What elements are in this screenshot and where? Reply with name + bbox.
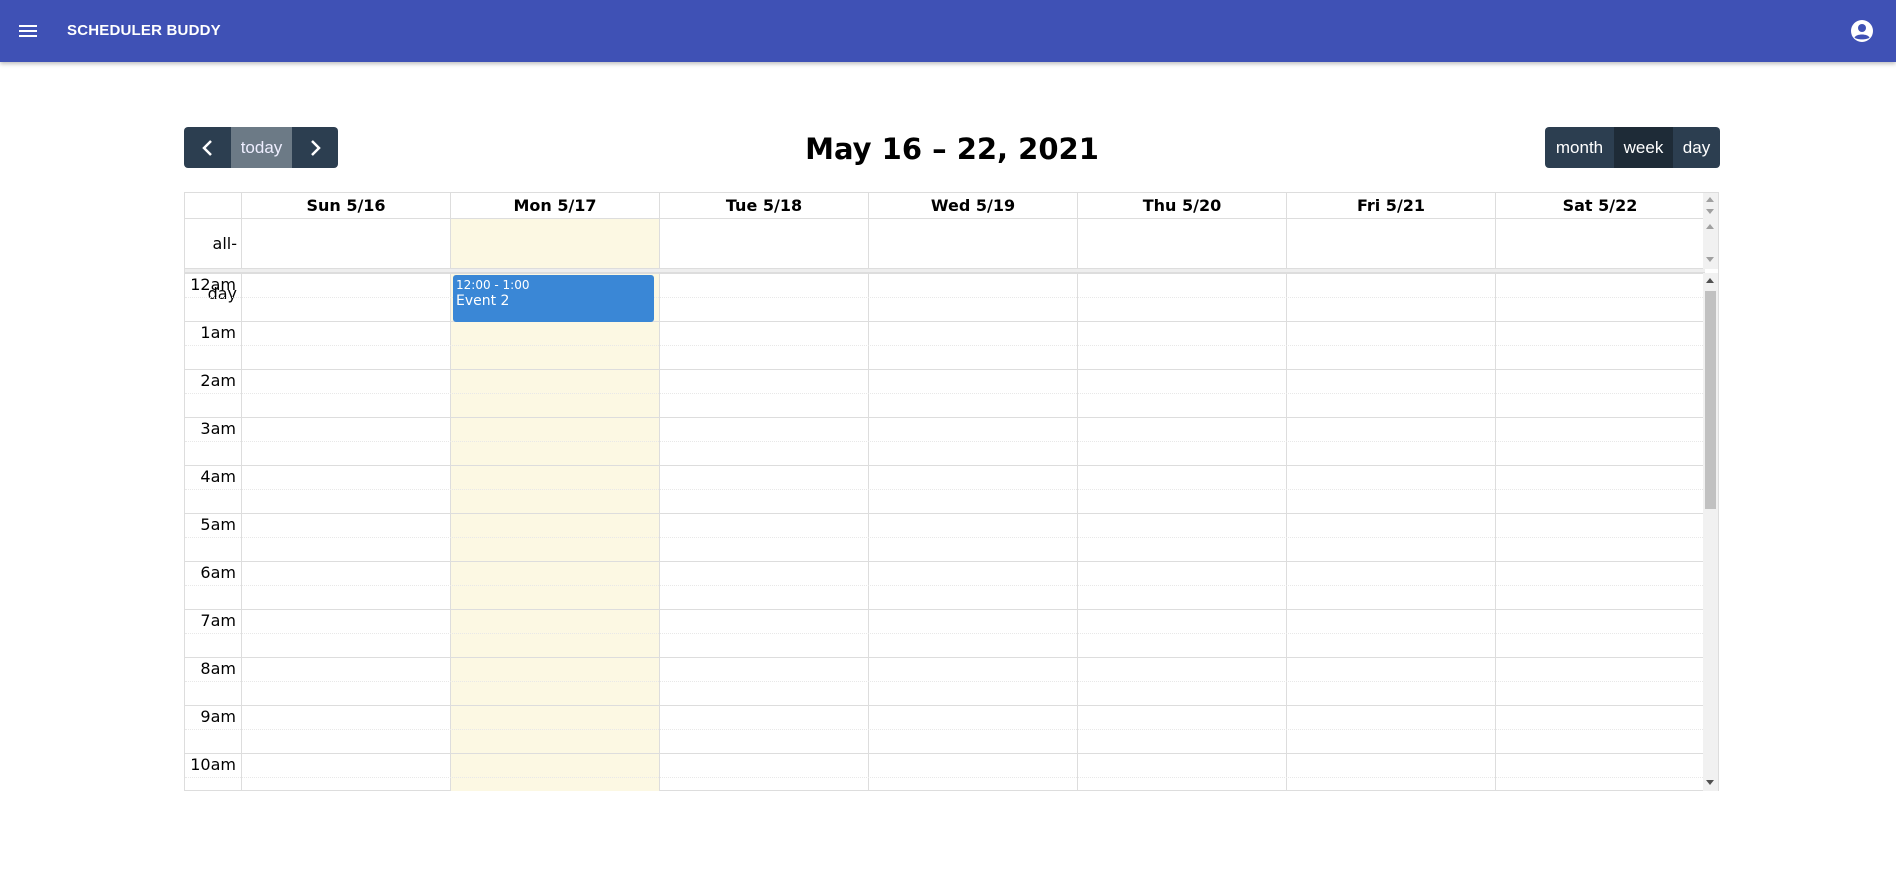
time-grid: 12am 1am 2am 3am 4am 5am 6am 7am 8am 9am 10am 12:0… bbox=[185, 273, 1705, 791]
account-circle-icon bbox=[1851, 20, 1873, 42]
half-hour-slot bbox=[185, 345, 1705, 369]
menu-button[interactable] bbox=[12, 15, 44, 47]
time-label: 12am bbox=[185, 274, 242, 297]
time-label: 6am bbox=[185, 562, 242, 585]
half-hour-slot bbox=[185, 297, 1705, 321]
time-label bbox=[185, 586, 242, 609]
half-hour-slot bbox=[185, 441, 1705, 465]
event-title: Event 2 bbox=[456, 293, 510, 309]
calendar-title: May 16 – 22, 2021 bbox=[805, 132, 1099, 166]
time-label: 7am bbox=[185, 610, 242, 633]
all-day-scrollbar[interactable] bbox=[1703, 219, 1718, 269]
scrollbar-thumb[interactable] bbox=[1705, 291, 1716, 509]
all-day-cell[interactable] bbox=[1496, 219, 1704, 268]
all-day-cell[interactable] bbox=[242, 219, 451, 268]
half-hour-slot bbox=[185, 489, 1705, 513]
day-header: Sun 5/16 bbox=[242, 193, 451, 218]
time-label bbox=[185, 298, 242, 321]
half-hour-slot bbox=[185, 393, 1705, 417]
header-scrollbar[interactable] bbox=[1703, 193, 1718, 219]
day-header: Mon 5/17 bbox=[451, 193, 660, 218]
half-hour-slot bbox=[185, 777, 1705, 791]
scroll-down-arrow-icon[interactable] bbox=[1706, 257, 1714, 262]
half-hour-slot bbox=[185, 681, 1705, 705]
all-day-cell-today[interactable] bbox=[451, 219, 660, 268]
half-hour-slot bbox=[185, 633, 1705, 657]
day-header-row: Sun 5/16 Mon 5/17 Tue 5/18 Wed 5/19 Thu … bbox=[185, 193, 1705, 219]
hour-slot: 5am bbox=[185, 513, 1705, 537]
all-day-cell[interactable] bbox=[869, 219, 1078, 268]
app-bar: SCHEDULER BUDDY bbox=[0, 0, 1896, 62]
time-label: 3am bbox=[185, 418, 242, 441]
event-time: 12:00 - 1:00 bbox=[456, 278, 530, 292]
hour-slot: 3am bbox=[185, 417, 1705, 441]
all-day-row: all-day bbox=[185, 219, 1705, 303]
calendar-event[interactable]: 12:00 - 1:00 Event 2 bbox=[453, 275, 654, 322]
time-label: 1am bbox=[185, 322, 242, 345]
view-month-button[interactable]: month bbox=[1545, 127, 1614, 168]
day-header: Wed 5/19 bbox=[869, 193, 1078, 218]
time-label: 9am bbox=[185, 706, 242, 729]
week-calendar: Sun 5/16 Mon 5/17 Tue 5/18 Wed 5/19 Thu … bbox=[184, 192, 1719, 791]
hour-slot: 9am bbox=[185, 705, 1705, 729]
time-label: 5am bbox=[185, 514, 242, 537]
view-day-button[interactable]: day bbox=[1673, 127, 1720, 168]
time-label bbox=[185, 442, 242, 465]
scroll-up-arrow-icon[interactable] bbox=[1706, 278, 1714, 283]
time-label bbox=[185, 394, 242, 417]
time-label bbox=[185, 346, 242, 369]
time-label bbox=[185, 490, 242, 513]
day-header: Thu 5/20 bbox=[1078, 193, 1287, 218]
time-label bbox=[185, 682, 242, 705]
time-label: 2am bbox=[185, 370, 242, 393]
scroll-down-arrow-icon[interactable] bbox=[1706, 209, 1714, 214]
scroll-down-arrow-icon[interactable] bbox=[1706, 780, 1714, 785]
account-button[interactable] bbox=[1848, 17, 1876, 45]
half-hour-slot bbox=[185, 585, 1705, 609]
view-week-button[interactable]: week bbox=[1614, 127, 1673, 168]
hour-slot: 4am bbox=[185, 465, 1705, 489]
app-title: SCHEDULER BUDDY bbox=[67, 22, 221, 39]
all-day-cell[interactable] bbox=[660, 219, 869, 268]
hour-slot: 12am bbox=[185, 273, 1705, 297]
hour-slot: 1am bbox=[185, 321, 1705, 345]
all-day-cell[interactable] bbox=[1078, 219, 1287, 268]
day-header: Sat 5/22 bbox=[1562, 196, 1638, 215]
time-label bbox=[185, 538, 242, 561]
time-grid-scrollbar[interactable] bbox=[1703, 273, 1718, 791]
all-day-cell[interactable] bbox=[1287, 219, 1496, 268]
day-header: Fri 5/21 bbox=[1287, 193, 1496, 218]
hour-slot: 10am bbox=[185, 753, 1705, 777]
time-label bbox=[185, 778, 242, 791]
scroll-up-arrow-icon[interactable] bbox=[1706, 224, 1714, 229]
hour-slot: 7am bbox=[185, 609, 1705, 633]
calendar-toolbar: today May 16 – 22, 2021 month week day bbox=[184, 127, 1720, 169]
menu-icon bbox=[19, 25, 37, 37]
time-label bbox=[185, 634, 242, 657]
hour-slot: 2am bbox=[185, 369, 1705, 393]
all-day-label: all-day bbox=[185, 219, 242, 303]
day-header: Tue 5/18 bbox=[660, 193, 869, 218]
hour-slot: 6am bbox=[185, 561, 1705, 585]
scroll-up-arrow-icon[interactable] bbox=[1706, 197, 1714, 202]
half-hour-slot bbox=[185, 537, 1705, 561]
hour-slot: 8am bbox=[185, 657, 1705, 681]
time-label: 4am bbox=[185, 466, 242, 489]
view-button-group: month week day bbox=[1545, 127, 1720, 168]
time-label: 8am bbox=[185, 658, 242, 681]
time-label bbox=[185, 730, 242, 753]
header-gutter bbox=[185, 193, 242, 218]
time-label: 10am bbox=[185, 754, 242, 777]
half-hour-slot bbox=[185, 729, 1705, 753]
